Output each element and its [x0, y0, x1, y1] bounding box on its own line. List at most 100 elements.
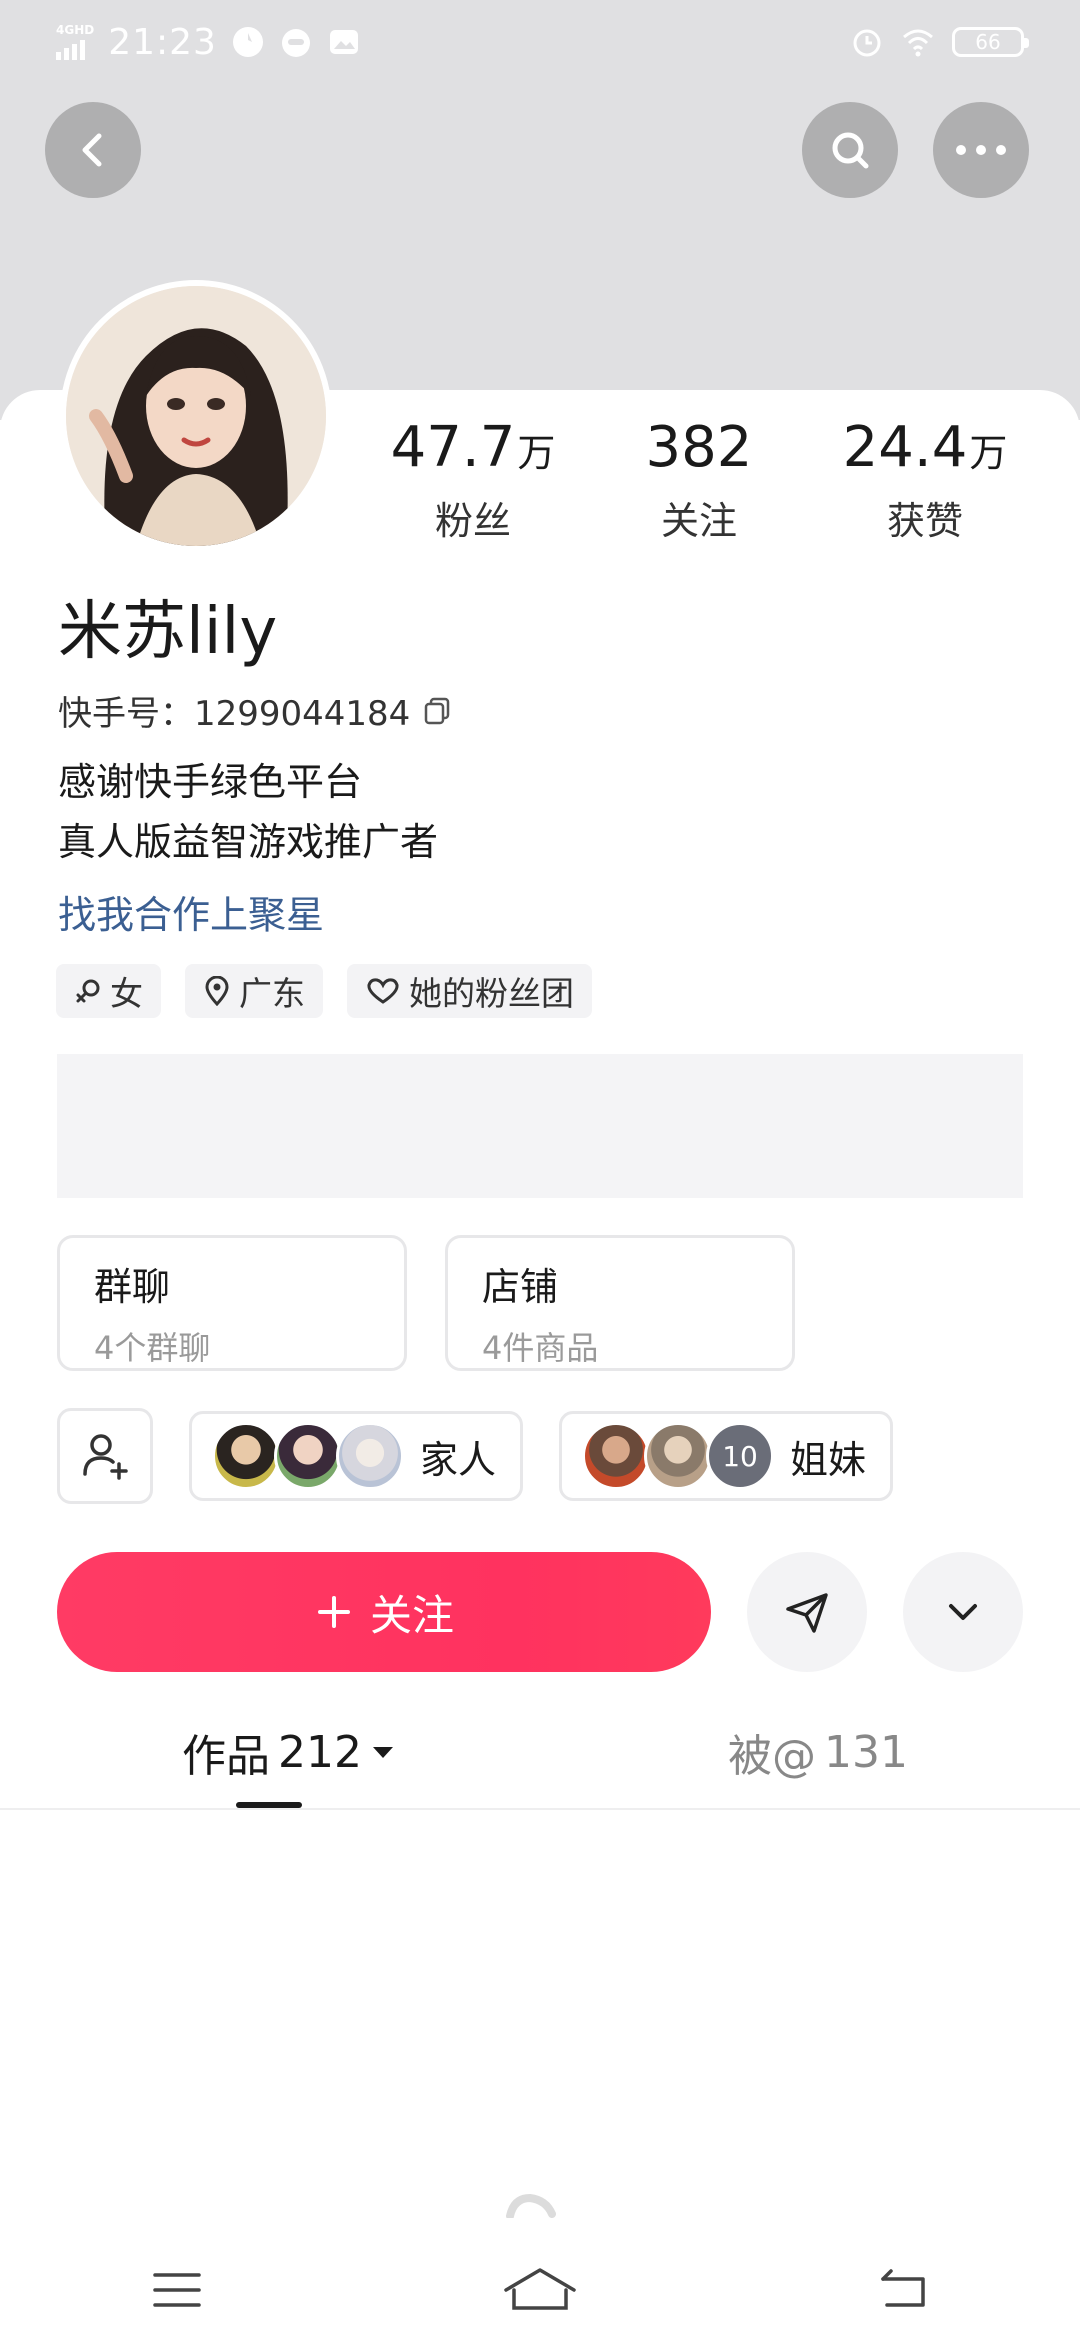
follow-label: 关注	[369, 1590, 454, 1640]
gender-tag: 女	[56, 964, 161, 1018]
kwai-id-row: 快手号：1299044184	[58, 686, 452, 735]
sisters-more-count: 10	[706, 1422, 775, 1490]
plus-icon	[317, 1596, 350, 1628]
status-time: 21:23	[108, 21, 217, 63]
bio-line-2: 真人版益智游戏推广者	[58, 820, 439, 864]
chevron-down-icon	[949, 1604, 977, 1620]
content-tabs: 作品 212 被@ 131	[0, 1720, 1080, 1812]
add-friend-button[interactable]	[57, 1408, 153, 1504]
mentions-tab-count: 131	[824, 1726, 908, 1778]
location-tag: 广东	[185, 964, 323, 1018]
fans-number: 47.7	[390, 415, 516, 480]
fan-club-tag[interactable]: 她的粉丝团	[347, 964, 592, 1018]
add-user-icon	[83, 1434, 128, 1480]
more-options-button[interactable]	[933, 102, 1029, 198]
sisters-avatar-2	[644, 1422, 713, 1490]
likes-label: 获赞	[886, 499, 963, 543]
likes-unit: 万	[969, 431, 1008, 475]
fan-club-label: 她的粉丝团	[409, 974, 574, 1013]
following-number: 382	[645, 415, 753, 480]
image-notification-icon	[329, 30, 358, 54]
following-label: 关注	[660, 499, 737, 543]
follow-button[interactable]: 关注	[57, 1552, 711, 1672]
battery-indicator: 66	[952, 27, 1029, 57]
caret-down-icon[interactable]	[370, 1743, 396, 1761]
location-label: 广东	[239, 974, 305, 1013]
following-stat[interactable]: 382 关注	[586, 420, 812, 545]
sisters-avatar-1	[582, 1422, 651, 1490]
sisters-group-chip[interactable]: 10 姐妹	[559, 1411, 894, 1501]
network-type: 4GHD	[56, 23, 95, 37]
tabs-divider	[0, 1808, 1080, 1810]
fans-unit: 万	[517, 431, 556, 475]
paper-plane-icon	[786, 1593, 828, 1633]
feature-cards: 群聊 4个群聊 店铺 4件商品	[57, 1235, 795, 1371]
store-title: 店铺	[482, 1265, 559, 1309]
system-navigation-bar	[0, 2240, 1080, 2340]
sisters-label: 姐妹	[790, 1437, 867, 1482]
expand-recommendations-button[interactable]	[903, 1552, 1023, 1672]
likes-value: 24.4万	[812, 420, 1038, 476]
heart-icon	[367, 978, 399, 1004]
kwai-id-value: 1299044184	[194, 694, 411, 734]
works-tab-count: 212	[278, 1726, 362, 1778]
send-message-button[interactable]	[747, 1552, 867, 1672]
profile-tags: 女 广东 她的粉丝团	[56, 964, 592, 1018]
gender-label: 女	[110, 974, 143, 1013]
works-tab-label: 作品	[182, 1731, 270, 1782]
avatar[interactable]	[60, 280, 332, 552]
following-value: 382	[586, 420, 812, 476]
family-avatar-3	[336, 1422, 404, 1490]
status-right: 66	[850, 25, 1029, 59]
wifi-icon	[903, 29, 933, 57]
fans-stat[interactable]: 47.7万 粉丝	[360, 420, 586, 545]
loading-spinner-icon	[506, 2193, 556, 2218]
compass-icon	[232, 27, 263, 57]
search-icon	[832, 132, 869, 169]
alarm-icon	[853, 29, 881, 57]
profile-stats: 47.7万 粉丝 382 关注 24.4万 获赞	[360, 420, 1060, 545]
group-chat-card[interactable]: 群聊 4个群聊	[57, 1235, 407, 1371]
family-avatar-2	[274, 1422, 342, 1490]
copy-icon[interactable]	[422, 696, 452, 726]
sisters-avatars: 10	[582, 1422, 775, 1490]
cellular-signal-icon: 4GHD	[56, 24, 94, 60]
sisters-extra-count: 10	[722, 1439, 758, 1473]
fans-label: 粉丝	[434, 499, 511, 543]
back-button[interactable]	[45, 102, 141, 198]
group-chat-subtitle: 4个群聊	[94, 1329, 211, 1367]
store-subtitle: 4件商品	[482, 1329, 599, 1367]
friends-row: 家人 10 姐妹	[57, 1408, 894, 1504]
status-bar: 4GHD 21:23 66	[0, 0, 1080, 84]
likes-stat[interactable]: 24.4万 获赞	[812, 420, 1038, 545]
search-button[interactable]	[802, 102, 898, 198]
back-navigation-icon[interactable]	[873, 2265, 933, 2315]
battery-level: 66	[975, 30, 1001, 54]
profile-page: 4GHD 21:23 66 47.7万 粉丝 382 关注 24.4万 获赞 米…	[0, 0, 1080, 2340]
profile-name: 米苏lily	[58, 595, 278, 669]
family-avatars	[212, 1422, 404, 1490]
home-icon[interactable]	[500, 2262, 580, 2318]
menu-icon[interactable]	[147, 2265, 207, 2315]
banner-placeholder	[57, 1054, 1023, 1198]
cooperate-link[interactable]: 找我合作上聚星	[58, 884, 324, 939]
likes-number: 24.4	[842, 415, 968, 480]
female-symbol-icon	[76, 979, 100, 1003]
tab-mentions[interactable]: 被@ 131	[728, 1720, 908, 1784]
store-card[interactable]: 店铺 4件商品	[445, 1235, 795, 1371]
chevron-left-icon	[82, 133, 102, 167]
family-group-chip[interactable]: 家人	[189, 1411, 524, 1501]
family-avatar-1	[212, 1422, 280, 1490]
avatar-illustration	[66, 286, 326, 546]
kwai-id-label: 快手号：	[58, 694, 194, 734]
location-pin-icon	[205, 976, 229, 1006]
mentions-tab-label: 被@	[728, 1731, 816, 1782]
fans-value: 47.7万	[360, 420, 586, 476]
family-label: 家人	[420, 1437, 497, 1482]
app-notification-icon	[281, 29, 310, 57]
status-left: 4GHD 21:23	[56, 22, 361, 63]
group-chat-title: 群聊	[94, 1265, 171, 1309]
bio: 感谢快手绿色平台 真人版益智游戏推广者	[58, 752, 438, 872]
bio-line-1: 感谢快手绿色平台	[58, 760, 363, 804]
tab-works[interactable]: 作品 212	[182, 1720, 396, 1784]
